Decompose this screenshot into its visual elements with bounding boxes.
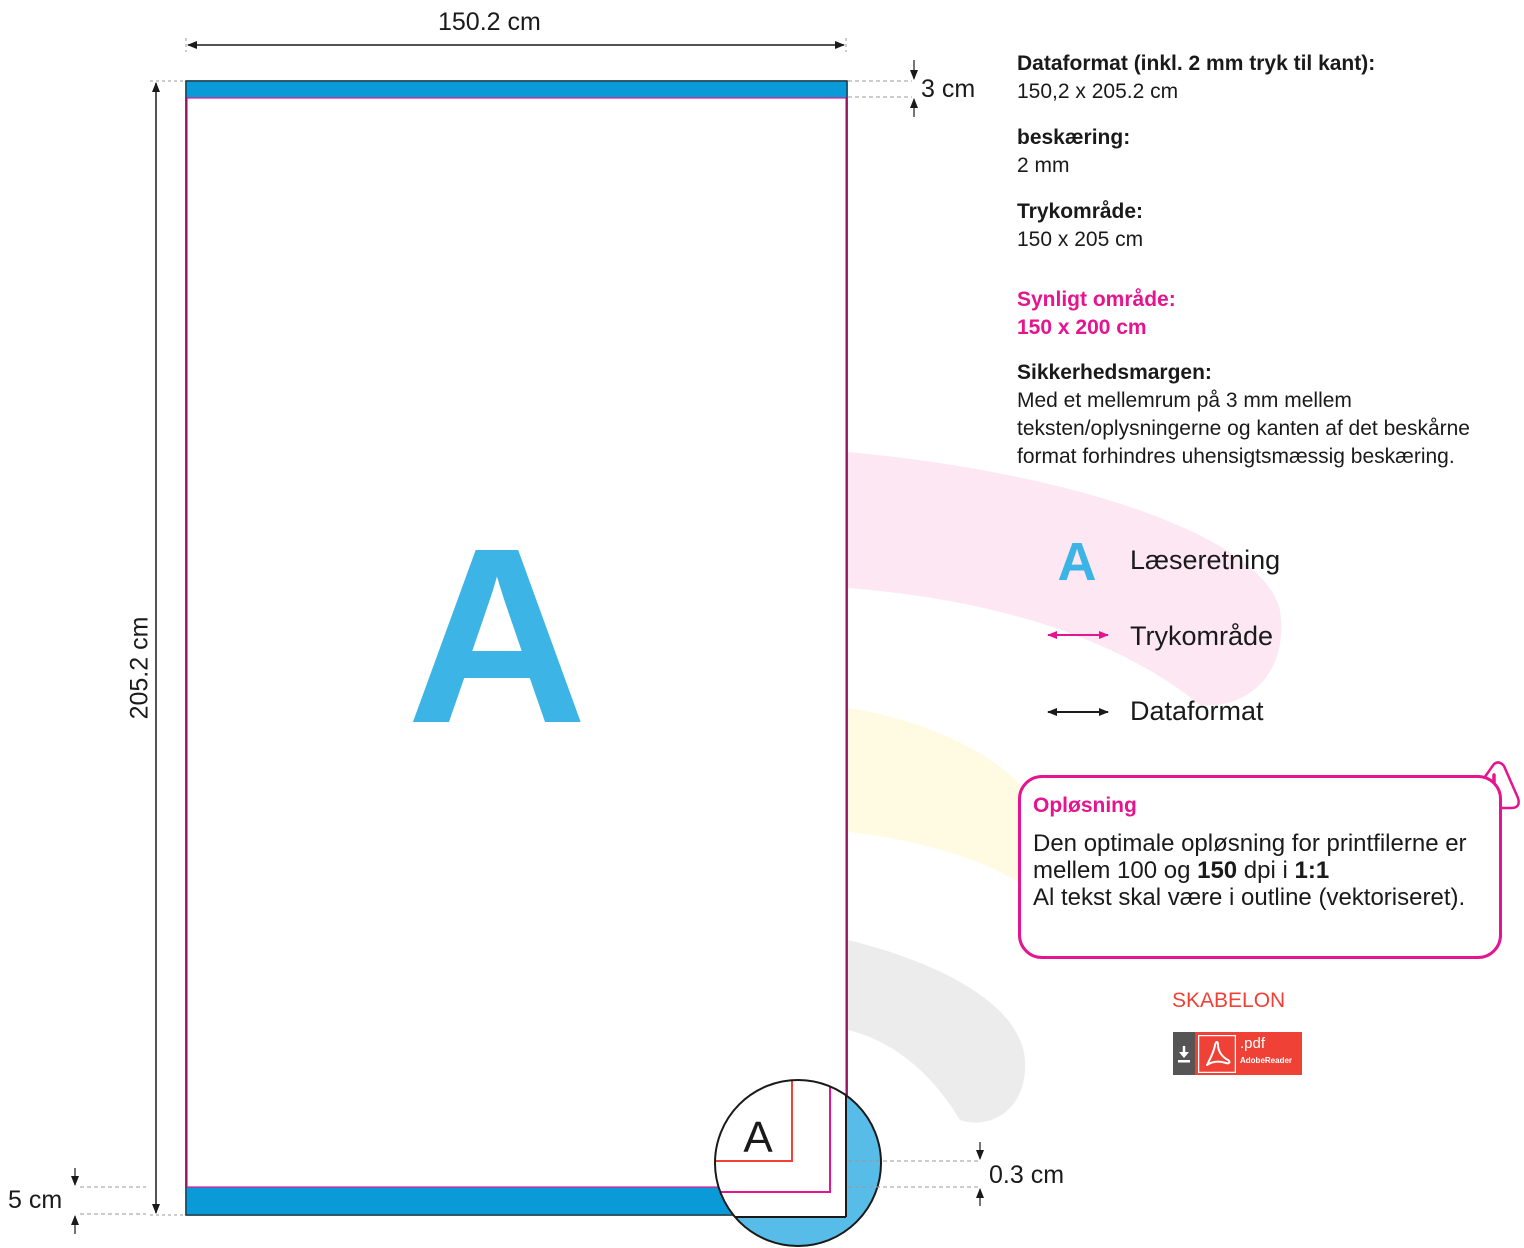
swoosh-gray bbox=[848, 940, 1026, 1123]
resolution-dpi-value: 150 bbox=[1197, 857, 1238, 884]
pdf-extension-label: .pdf bbox=[1240, 1035, 1266, 1052]
beskaering-block: beskæring: 2 mm bbox=[1017, 124, 1130, 180]
reading-direction-letter: A bbox=[407, 496, 588, 775]
resolution-box: Opløsning Den optimale opløsning for pri… bbox=[1018, 775, 1502, 959]
trykomraade-title: Trykområde: bbox=[1017, 200, 1144, 223]
swoosh-yellow bbox=[848, 708, 1030, 890]
legend-laeseretning-label: Læseretning bbox=[1130, 545, 1281, 575]
sikkerhed-title: Sikkerhedsmargen: bbox=[1017, 361, 1212, 384]
sikkerhed-block: Sikkerhedsmargen: Med et mellemrum på 3 … bbox=[1017, 359, 1487, 471]
dataformat-block: Dataformat (inkl. 2 mm tryk til kant): 1… bbox=[1017, 50, 1375, 106]
trykomraade-block: Trykområde: 150 x 205 cm bbox=[1017, 198, 1143, 254]
dataformat-title: Dataformat (inkl. 2 mm tryk til kant): bbox=[1017, 52, 1376, 75]
top-bleed-band bbox=[185, 80, 848, 99]
bottom-bleed-label: 5 cm bbox=[8, 1186, 63, 1214]
synligt-title: Synligt område: bbox=[1017, 288, 1176, 311]
legend-dataformat-label: Dataformat bbox=[1130, 696, 1264, 726]
synligt-value: 150 x 200 cm bbox=[1017, 316, 1147, 339]
inner-margin-label: 0.3 cm bbox=[989, 1161, 1065, 1189]
beskaering-title: beskæring: bbox=[1017, 126, 1131, 149]
resolution-title: Opløsning bbox=[1033, 794, 1137, 817]
trykomraade-value: 150 x 205 cm bbox=[1017, 228, 1144, 251]
height-dimension-label: 205.2 cm bbox=[125, 616, 154, 720]
resolution-text-2: dpi i bbox=[1237, 857, 1295, 884]
resolution-scale-value: 1:1 bbox=[1294, 857, 1330, 884]
dataformat-value: 150,2 x 205.2 cm bbox=[1017, 80, 1179, 103]
beskaering-value: 2 mm bbox=[1017, 154, 1070, 177]
adobe-reader-label: AdobeReader bbox=[1240, 1056, 1293, 1065]
skabelon-label: SKABELON bbox=[1172, 989, 1286, 1012]
legend-trykomraade-label: Trykområde bbox=[1130, 621, 1274, 651]
zoom-letter: A bbox=[743, 1113, 773, 1162]
top-bleed-label: 3 cm bbox=[921, 75, 976, 103]
width-dimension-label: 150.2 cm bbox=[438, 8, 541, 36]
download-icon bbox=[1173, 1032, 1195, 1075]
pdf-download-button[interactable]: .pdf AdobeReader bbox=[1173, 1032, 1302, 1075]
sikkerhed-text: Med et mellemrum på 3 mm mellem teksten/… bbox=[1017, 389, 1470, 468]
resolution-text-3: Al tekst skal være i outline (vektoriser… bbox=[1033, 884, 1466, 911]
acrobat-icon bbox=[1198, 1035, 1236, 1073]
resolution-text: Den optimale opløsning for printfilerne … bbox=[1033, 830, 1498, 911]
legend-a-icon: A bbox=[1058, 532, 1097, 592]
synligt-block: Synligt område: 150 x 200 cm bbox=[1017, 286, 1176, 342]
